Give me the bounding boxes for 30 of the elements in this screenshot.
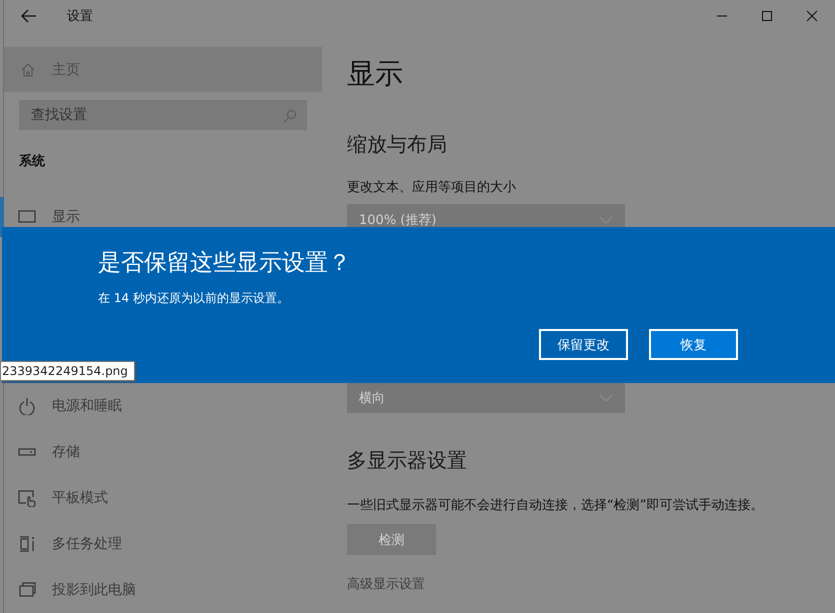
power-icon [18,397,36,415]
back-icon[interactable] [21,9,37,23]
nav-item[interactable]: 投影到此电脑 [0,567,322,613]
window-title: 设置 [67,8,93,25]
nav-item[interactable]: 存储 [0,429,322,475]
search-icon [283,109,297,123]
detect-button[interactable]: 检测 [347,524,436,555]
advanced-display-link[interactable]: 高级显示设置 [347,575,425,593]
dropdown[interactable]: 横向 [347,382,625,413]
nav-item[interactable]: 多任务处理 [0,521,322,567]
nav-item[interactable]: 平板模式 [0,475,322,521]
section-heading: 系统 [19,152,46,170]
tooltip: 2339342249154.png [0,361,135,381]
dialog-button[interactable]: 恢复 [649,329,738,360]
dialog-button[interactable]: 保留更改 [539,329,628,360]
description-text: 一些旧式显示器可能不会进行自动连接，选择“检测”即可尝试手动连接。 [347,497,764,514]
section-heading: 缩放与布局 [347,131,447,158]
tablet-icon [18,489,36,507]
close-icon[interactable] [806,10,818,22]
page-title: 显示 [347,56,403,92]
field-label: 更改文本、应用等项目的大小 [347,179,516,196]
home-icon [20,62,36,78]
maximize-icon[interactable] [761,10,773,22]
multitask-icon [18,535,36,553]
search-field[interactable]: 查找设置 [19,100,307,130]
section-heading: 多显示器设置 [347,447,467,474]
projector-icon [18,581,36,599]
dialog-message: 在 14 秒内还原为以前的显示设置。 [98,290,290,307]
nav-item[interactable]: 电源和睡眠 [0,383,322,429]
dialog-title: 是否保留这些显示设置？ [98,249,352,278]
